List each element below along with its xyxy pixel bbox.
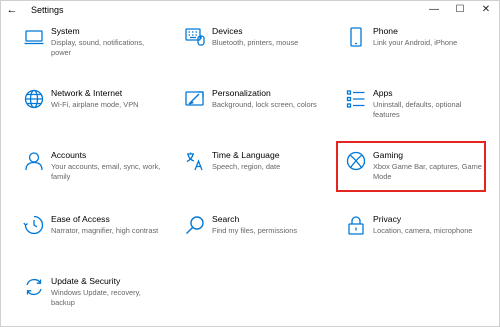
sync-icon [23,276,45,298]
tile-description: Background, lock screen, colors [212,100,317,109]
tile-name: System [51,26,80,36]
tile-ease-of-access[interactable]: Ease of Access Narrator, magnifier, high… [23,214,163,236]
tile-network-internet[interactable]: Network & Internet Wi-Fi, airplane mode,… [23,88,163,110]
tile-gaming[interactable]: Gaming Xbox Game Bar, captures, Game Mod… [345,150,485,182]
tile-name: Time & Language [212,150,280,160]
lock-icon [345,214,367,236]
tile-name: Apps [373,88,393,98]
ease-of-access-icon [23,214,45,236]
tile-apps[interactable]: Apps Uninstall, defaults, optional featu… [345,88,485,120]
tile-description: Link your Android, iPhone [373,38,458,47]
back-button[interactable]: ← [1,1,23,18]
tile-search[interactable]: Search Find my files, permissions [184,214,324,236]
window-controls: — ☐ ✕ [421,1,499,18]
tile-description: Uninstall, defaults, optional features [373,100,462,119]
tile-description: Bluetooth, printers, mouse [212,38,299,47]
tile-update-security[interactable]: Update & Security Windows Update, recove… [23,276,163,308]
maximize-icon: ☐ [455,4,465,15]
tile-devices[interactable]: Devices Bluetooth, printers, mouse [184,26,324,48]
tile-description: Speech, region, date [212,162,281,171]
laptop-icon [23,26,45,48]
back-arrow-icon: ← [6,3,18,16]
tile-time-language[interactable]: Time & Language Speech, region, date [184,150,324,172]
tile-description: Your accounts, email, sync, work, family [51,162,161,181]
phone-icon [345,26,367,48]
tile-description: Xbox Game Bar, captures, Game Mode [373,162,482,181]
tile-personalization[interactable]: Personalization Background, lock screen,… [184,88,324,110]
apps-list-icon [345,88,367,110]
tile-description: Find my files, permissions [212,226,298,235]
minimize-button[interactable]: — [421,1,447,18]
tile-description: Display, sound, notifications, power [51,38,145,57]
tile-name: Devices [212,26,243,36]
close-icon: ✕ [481,4,491,15]
tile-phone[interactable]: Phone Link your Android, iPhone [345,26,485,48]
minimize-icon: — [429,4,439,15]
settings-window: ← Settings — ☐ ✕ System Display, sound, … [0,0,500,327]
keyboard-icon [184,26,206,48]
tile-name: Update & Security [51,276,121,286]
tile-description: Wi-Fi, airplane mode, VPN [51,100,139,109]
search-icon [184,214,206,236]
window-title: Settings [31,4,64,15]
tile-description: Windows Update, recovery, backup [51,288,141,307]
tile-accounts[interactable]: Accounts Your accounts, email, sync, wor… [23,150,163,182]
xbox-icon [345,150,367,172]
paint-brush-icon [184,88,206,110]
time-language-icon [184,150,206,172]
tile-name: Ease of Access [51,214,110,224]
tile-name: Search [212,214,240,224]
tile-name: Personalization [212,88,271,98]
tile-name: Gaming [373,150,404,160]
tile-name: Network & Internet [51,88,123,98]
tile-privacy[interactable]: Privacy Location, camera, microphone [345,214,485,236]
close-button[interactable]: ✕ [473,1,499,18]
globe-icon [23,88,45,110]
person-icon [23,150,45,172]
tile-system[interactable]: System Display, sound, notifications, po… [23,26,163,58]
tile-description: Narrator, magnifier, high contrast [51,226,159,235]
title-bar: ← Settings — ☐ ✕ [1,1,499,18]
tile-description: Location, camera, microphone [373,226,473,235]
maximize-button[interactable]: ☐ [447,1,473,18]
tile-name: Privacy [373,214,402,224]
tile-name: Phone [373,26,398,36]
tile-name: Accounts [51,150,87,160]
